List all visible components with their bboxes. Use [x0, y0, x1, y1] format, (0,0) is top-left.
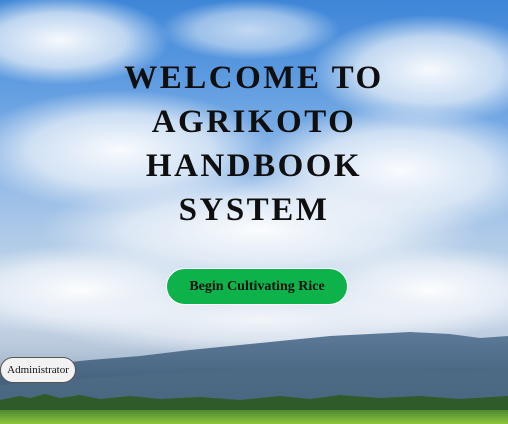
- title-line: SYSTEM: [178, 192, 330, 228]
- begin-cultivating-button[interactable]: Begin Cultivating Rice: [166, 268, 348, 305]
- title-line: HANDBOOK: [145, 148, 363, 184]
- title-line: WELCOME TO: [124, 60, 384, 96]
- administrator-button[interactable]: Administrator: [0, 357, 76, 383]
- landing-screen: WELCOME TO AGRIKOTO HANDBOOK SYSTEM Begi…: [0, 0, 508, 424]
- page-title: WELCOME TO AGRIKOTO HANDBOOK SYSTEM: [0, 56, 508, 232]
- title-line: AGRIKOTO: [151, 104, 357, 140]
